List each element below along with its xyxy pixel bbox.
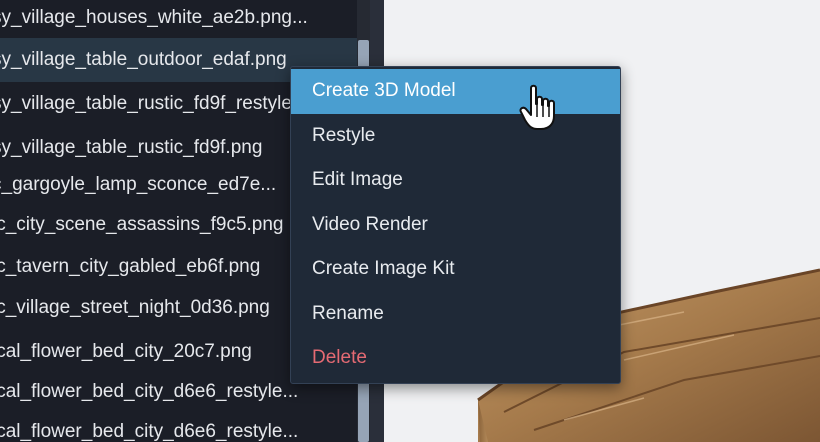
hand-pointer-icon	[519, 84, 555, 130]
file-name: ical_flower_bed_city_d6e6_restyle...	[0, 421, 299, 442]
file-list-item[interactable]: ical_flower_bed_city_d6e6_restyle...	[0, 410, 358, 442]
menu-item-delete[interactable]: Delete	[291, 336, 620, 381]
menu-item-create-image-kit[interactable]: Create Image Kit	[291, 247, 620, 292]
menu-item-restyle[interactable]: Restyle	[291, 114, 620, 159]
menu-item-edit-image[interactable]: Edit Image	[291, 158, 620, 203]
file-name: sy_village_houses_white_ae2b.png...	[0, 7, 308, 28]
menu-item-create-3d-model[interactable]: Create 3D Model	[291, 69, 620, 114]
menu-item-video-render[interactable]: Video Render	[291, 203, 620, 248]
context-menu: Create 3D Model Restyle Edit Image Video…	[290, 66, 621, 384]
file-name: ical_flower_bed_city_d6e6_restyle...	[0, 381, 299, 402]
menu-item-rename[interactable]: Rename	[291, 292, 620, 337]
file-list-item[interactable]: sy_village_houses_white_ae2b.png...	[0, 0, 358, 40]
